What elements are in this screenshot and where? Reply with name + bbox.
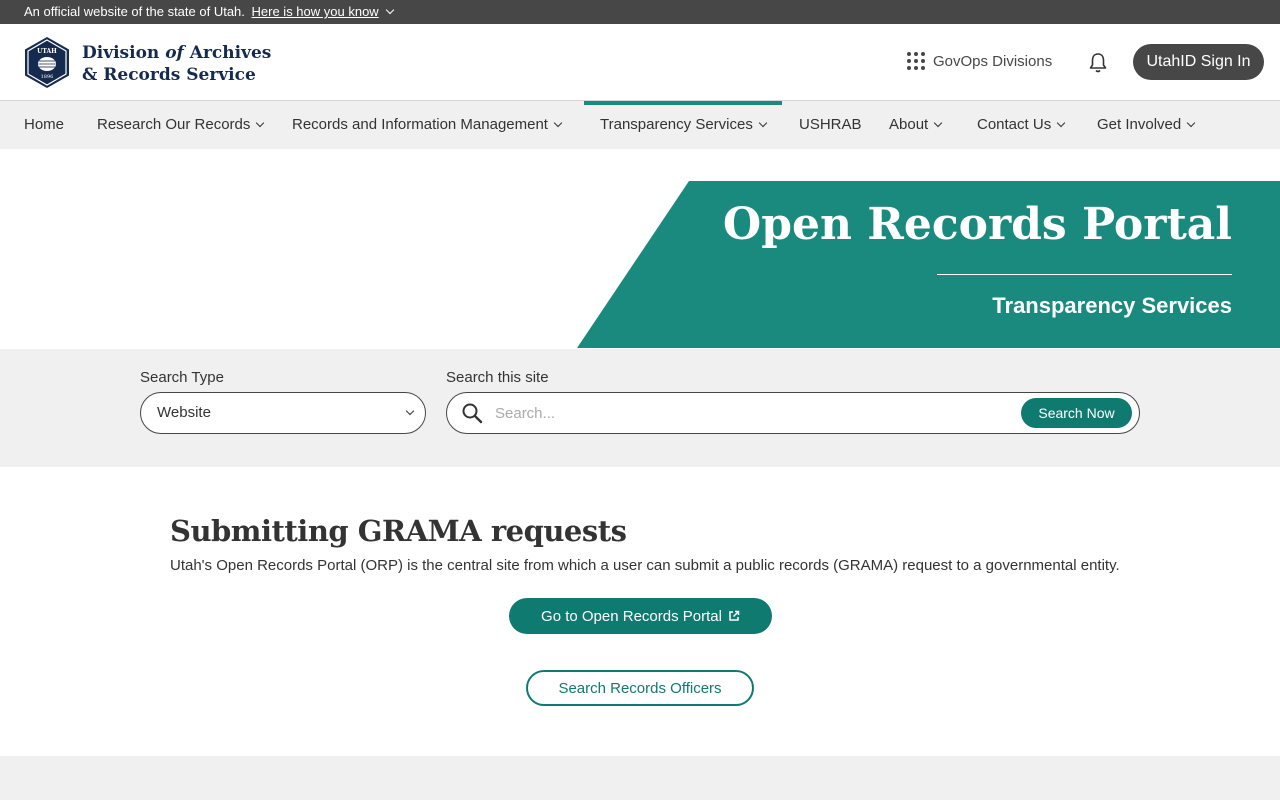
brand-line2: & Records Service [82,65,256,85]
nav-item-label: Records and Information Management [292,116,548,133]
search-site-label: Search this site [446,369,549,386]
chevron-down-icon[interactable] [386,5,395,15]
site-header: UTAH 1896 Division of Archives & Records… [0,24,1280,101]
nav-item-records-information-management[interactable]: Records and Information Management [292,101,563,149]
main-content: Submitting GRAMA requests Utah's Open Re… [0,467,1280,756]
nav-item-label: Home [24,116,65,133]
section-description: Utah's Open Records Portal (ORP) is the … [170,557,1120,574]
seal-top-text: UTAH [37,48,57,55]
search-bar: Search Now [446,392,1140,434]
search-type-value: Website [157,404,211,421]
search-type-label: Search Type [140,369,224,386]
official-banner-text: An official website of the state of Utah… [24,4,245,19]
nav-item-transparency-services[interactable]: Transparency Services [584,101,782,149]
search-section: Search Type Website Search this site Sea… [0,349,1280,467]
search-input[interactable] [495,399,1015,427]
official-banner: An official website of the state of Utah… [0,0,1280,24]
utah-seal-logo[interactable]: UTAH 1896 [24,36,70,89]
brand-line1-b: of [165,43,184,63]
nav-item-research-our-records[interactable]: Research Our Records [97,101,265,149]
govops-label: GovOps Divisions [933,52,1053,70]
hero-divider [937,274,1232,275]
chevron-down-icon [256,118,265,128]
chevron-down-icon [405,406,415,416]
nav-item-home[interactable]: Home [24,101,64,149]
footer-band [0,756,1280,800]
how-you-know-link[interactable]: Here is how you know [252,4,379,19]
chevron-down-icon [933,118,943,128]
grid-dots-icon [907,52,925,70]
section-heading: Submitting GRAMA requests [170,514,627,548]
chevron-down-icon [1186,118,1196,128]
search-icon [462,403,483,424]
brand-name[interactable]: Division of Archives & Records Service [82,42,271,86]
nav-item-label: Research Our Records [97,116,251,133]
nav-item-label: Get Involved [1097,116,1182,133]
nav-item-label: About [889,116,929,133]
nav-item-contact-us[interactable]: Contact Us [977,101,1066,149]
external-link-icon [729,610,740,621]
page-subtitle: Transparency Services [992,293,1232,318]
nav-item-ushrab[interactable]: USHRAB [799,101,862,149]
nav-item-label: Contact Us [977,116,1052,133]
nav-item-label: Transparency Services [600,116,753,133]
search-records-officers-button[interactable]: Search Records Officers [526,670,754,706]
main-nav: Home Research Our Records Records and In… [0,101,1280,149]
brand-line1-a: Division [82,43,166,63]
nav-item-about[interactable]: About [889,101,943,149]
nav-item-get-involved[interactable]: Get Involved [1097,101,1196,149]
chevron-down-icon [758,118,768,128]
utahid-signin-button[interactable]: UtahID Sign In [1133,44,1264,80]
bell-icon[interactable] [1088,52,1108,74]
brand-line1-c: Archives [183,43,272,63]
nav-item-label: USHRAB [799,116,862,133]
search-now-button[interactable]: Search Now [1021,398,1132,428]
chevron-down-icon [553,118,563,128]
primary-button-label: Go to Open Records Portal [541,607,722,625]
search-type-select[interactable]: Website [140,392,426,434]
seal-bottom-text: 1896 [41,74,54,80]
page-title: Open Records Portal [722,199,1232,250]
go-to-open-records-portal-button[interactable]: Go to Open Records Portal [509,598,772,634]
hero-banner: Open Records Portal Transparency Service… [0,149,1280,349]
govops-divisions-button[interactable]: GovOps Divisions [907,52,1052,70]
chevron-down-icon [1056,118,1066,128]
